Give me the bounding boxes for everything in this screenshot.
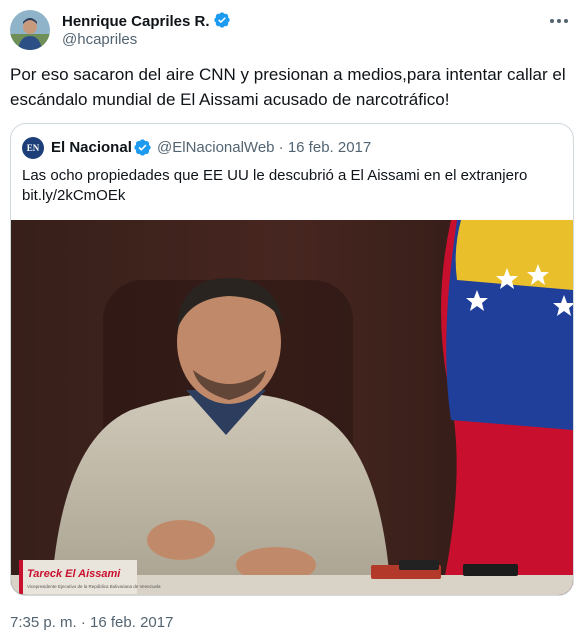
caption-subtitle: Vicepresidente Ejecutivo de la República… bbox=[27, 584, 161, 589]
quoted-media-photo[interactable]: Tareck El Aissami Vicepresidente Ejecuti… bbox=[11, 220, 573, 595]
logo-text: EN bbox=[26, 143, 40, 153]
author-avatar[interactable] bbox=[10, 10, 50, 50]
verified-badge-icon bbox=[213, 11, 231, 33]
el-nacional-logo[interactable]: EN bbox=[22, 137, 44, 159]
quoted-tweet-header: EN El Nacional @ElNacionalWeb · 16 feb. … bbox=[22, 137, 562, 159]
more-options-icon[interactable] bbox=[546, 10, 572, 32]
quoted-text-body: Las ocho propiedades que EE UU le descub… bbox=[22, 167, 528, 184]
author-handle[interactable]: @hcapriles bbox=[62, 31, 137, 48]
tweet-timestamp[interactable]: 7:35 p. m. · 16 feb. 2017 bbox=[10, 614, 173, 631]
quoted-link[interactable]: bit.ly/2kCmOEk bbox=[22, 186, 562, 206]
caption-name: Tareck El Aissami bbox=[27, 568, 121, 580]
author-name-text: Henrique Capriles R. bbox=[62, 13, 210, 30]
quoted-tweet[interactable]: EN El Nacional @ElNacionalWeb · 16 feb. … bbox=[10, 123, 574, 596]
quoted-author-name[interactable]: El Nacional bbox=[51, 139, 132, 156]
tweet-header: Henrique Capriles R. @hcapriles bbox=[10, 8, 574, 52]
photo-illustration: Tareck El Aissami Vicepresidente Ejecuti… bbox=[11, 220, 573, 595]
quoted-handle-date[interactable]: @ElNacionalWeb · 16 feb. 2017 bbox=[157, 139, 371, 156]
quoted-verified-badge-icon bbox=[133, 138, 152, 161]
quoted-text: Las ocho propiedades que EE UU le descub… bbox=[22, 166, 562, 206]
tweet-text: Por eso sacaron del aire CNN y presionan… bbox=[10, 65, 566, 109]
author-name[interactable]: Henrique Capriles R. bbox=[62, 11, 231, 33]
